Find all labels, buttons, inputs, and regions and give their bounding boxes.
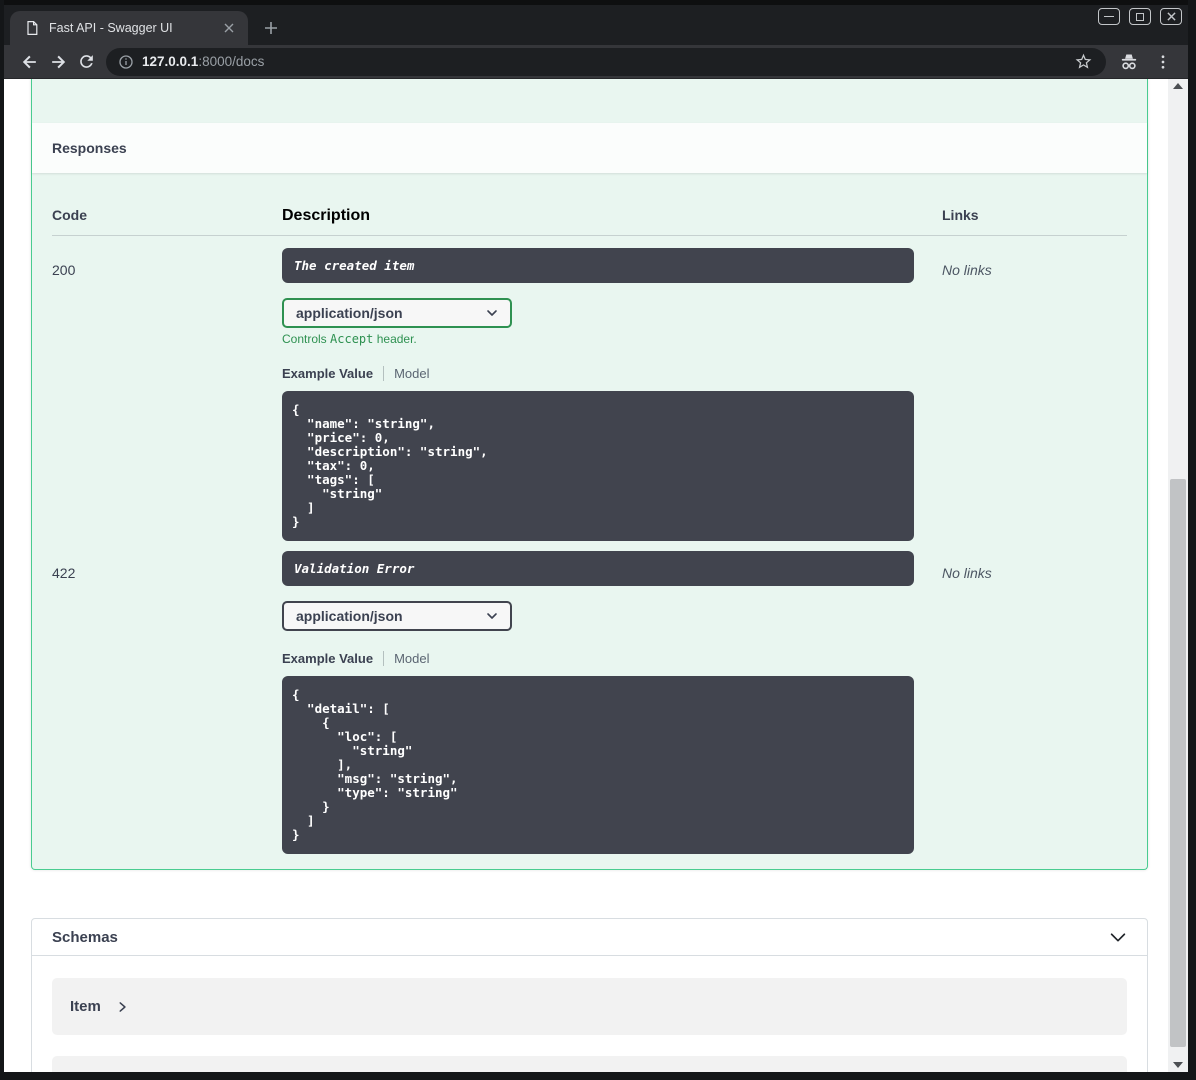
header-code: Code xyxy=(52,207,87,223)
vertical-scrollbar[interactable] xyxy=(1168,79,1188,1072)
scrollbar-thumb[interactable] xyxy=(1170,479,1186,1047)
tab-model[interactable]: Model xyxy=(394,366,429,381)
back-button[interactable] xyxy=(16,48,44,76)
tab-title: Fast API - Swagger UI xyxy=(49,21,173,35)
url-text[interactable]: 127.0.0.1:8000/docs xyxy=(142,54,1068,69)
schemas-section: Schemas Item ValidationError xyxy=(31,918,1148,1072)
forward-arrow-icon xyxy=(52,55,66,68)
schemas-body: Item ValidationError xyxy=(32,956,1147,1072)
chevron-down-icon xyxy=(487,310,497,316)
header-links: Links xyxy=(942,207,979,223)
browser-window: Fast API - Swagger UI 127.0.0.1:8000/doc… xyxy=(0,0,1196,1080)
example-json-200: { "name": "string", "price": 0, "descrip… xyxy=(282,391,914,541)
maximize-button[interactable] xyxy=(1129,8,1151,25)
incognito-button[interactable] xyxy=(1114,48,1144,76)
schema-row-item[interactable]: Item xyxy=(52,978,1127,1035)
page-favicon-icon xyxy=(27,21,38,35)
tabs-divider xyxy=(383,366,385,381)
tab-close-icon[interactable] xyxy=(220,19,238,37)
media-type-select-200[interactable]: application/json xyxy=(282,298,512,328)
response-description-box: Validation Error xyxy=(282,551,914,586)
address-bar[interactable]: 127.0.0.1:8000/docs xyxy=(106,47,1106,76)
browser-toolbar: 127.0.0.1:8000/docs xyxy=(4,45,1188,79)
schema-row-validationerror[interactable]: ValidationError xyxy=(52,1056,1127,1072)
window-controls xyxy=(1098,8,1182,25)
responses-table-header: Code Description Links xyxy=(52,173,1127,236)
minimize-button[interactable] xyxy=(1098,8,1120,25)
media-type-value: application/json xyxy=(296,608,403,624)
tab-model[interactable]: Model xyxy=(394,651,429,666)
back-arrow-icon xyxy=(22,55,36,68)
response-code-200: 200 xyxy=(52,262,76,278)
schemas-header[interactable]: Schemas xyxy=(32,919,1147,956)
star-icon xyxy=(1075,53,1091,69)
triangle-up-icon xyxy=(1173,83,1183,89)
forward-button[interactable] xyxy=(44,48,72,76)
incognito-icon xyxy=(1121,54,1137,69)
response-row-422: 422 Validation Error application/json Ex… xyxy=(52,541,1127,854)
opblock-body-spacer xyxy=(32,79,1147,123)
chevron-right-icon xyxy=(119,1001,126,1012)
response-desc-422: Validation Error application/json Exampl… xyxy=(282,551,914,854)
browser-menu-button[interactable] xyxy=(1148,48,1178,76)
tab-example-value[interactable]: Example Value xyxy=(282,651,373,666)
close-button[interactable] xyxy=(1160,8,1182,25)
header-description: Description xyxy=(282,207,371,224)
triangle-down-icon xyxy=(1173,1062,1183,1068)
titlebar: Fast API - Swagger UI xyxy=(4,0,1188,45)
opblock-post-responses: Responses Code Description Links 200 The… xyxy=(31,79,1148,870)
close-icon xyxy=(1166,12,1176,21)
media-type-value: application/json xyxy=(296,305,403,321)
maximize-icon xyxy=(1136,12,1144,21)
reload-icon xyxy=(79,55,93,68)
page-content: Responses Code Description Links 200 The… xyxy=(4,79,1188,1072)
responses-title: Responses xyxy=(52,140,127,156)
links-value-422: No links xyxy=(942,565,992,581)
example-model-tabs-422: Example Value Model xyxy=(282,651,914,666)
kebab-menu-icon xyxy=(1161,54,1165,69)
tab-example-value[interactable]: Example Value xyxy=(282,366,373,381)
accept-header-note: Controls Accept header. xyxy=(282,332,417,346)
url-host: 127.0.0.1 xyxy=(142,54,199,69)
browser-tab[interactable]: Fast API - Swagger UI xyxy=(10,11,248,45)
example-model-tabs-200: Example Value Model xyxy=(282,366,914,381)
swagger-page: Responses Code Description Links 200 The… xyxy=(4,79,1168,1072)
tabs-divider xyxy=(383,651,385,666)
links-value-200: No links xyxy=(942,262,992,278)
response-row-200: 200 The created item application/json Co… xyxy=(52,236,1127,541)
url-path: :8000/docs xyxy=(198,54,265,69)
responses-table: Code Description Links 200 The created i… xyxy=(32,173,1147,854)
responses-section-header: Responses xyxy=(32,123,1147,173)
minimize-icon xyxy=(1104,16,1114,17)
bookmark-star-button[interactable] xyxy=(1068,48,1098,76)
scroll-down-button[interactable] xyxy=(1168,1058,1188,1072)
response-desc-200: The created item application/json Contro… xyxy=(282,248,914,541)
site-info-icon[interactable] xyxy=(118,54,134,70)
scroll-up-button[interactable] xyxy=(1168,79,1188,93)
new-tab-button[interactable] xyxy=(258,15,284,41)
response-code-422: 422 xyxy=(52,565,76,581)
schemas-title: Schemas xyxy=(52,928,118,946)
reload-button[interactable] xyxy=(72,48,100,76)
chevron-down-icon xyxy=(487,613,497,619)
media-type-select-422[interactable]: application/json xyxy=(282,601,512,631)
chevron-down-icon xyxy=(1110,933,1126,942)
schema-name: Item xyxy=(70,998,101,1015)
response-description-box: The created item xyxy=(282,248,914,283)
example-json-422: { "detail": [ { "loc": [ "string" ], "ms… xyxy=(282,676,914,854)
